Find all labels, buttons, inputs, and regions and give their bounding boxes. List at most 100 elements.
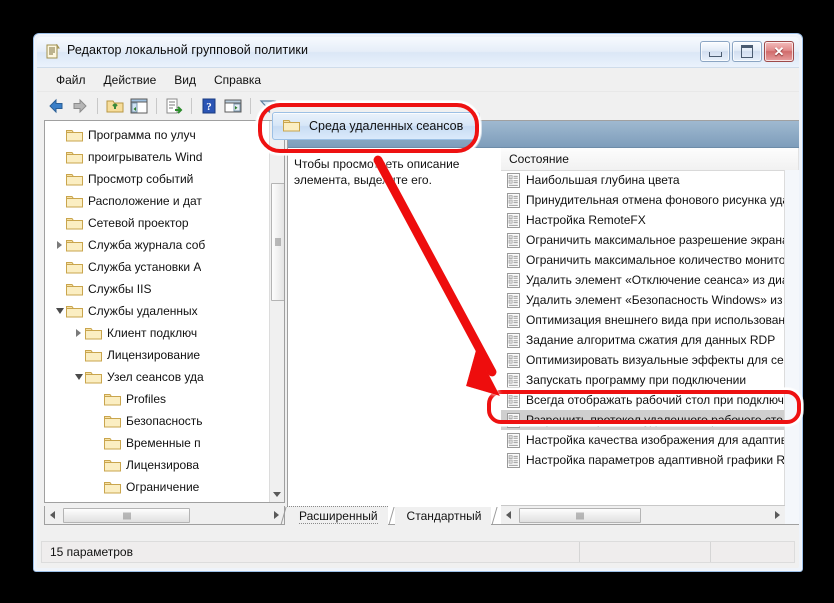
tree-item[interactable]: проигрыватель Wind [45,146,270,168]
tree-twisty[interactable] [53,278,66,300]
close-button[interactable]: ✕ [764,41,794,62]
list-item[interactable]: Оптимизация внешнего вида при использова… [501,310,799,330]
menu-item-action[interactable]: Действие [95,70,166,90]
list-scroll-left-button[interactable] [501,506,516,524]
list-item[interactable]: Ограничить максимальное количество монит… [501,250,799,270]
chevron-down-icon[interactable] [74,374,83,380]
tree-twisty[interactable] [72,344,85,366]
tree-scroll-left-button[interactable] [45,506,60,524]
menu-bar: Файл Действие Вид Справка [37,68,799,92]
list-item[interactable]: Задание алгоритма сжатия для данных RDP [501,330,799,350]
tree-item[interactable]: Безопасность [45,410,270,432]
list-item[interactable]: Оптимизировать визуальные эффекты для се… [501,350,799,370]
tree-twisty[interactable] [53,168,66,190]
list-item-label: Оптимизация внешнего вида при использова… [526,313,799,327]
list-hscrollbar-thumb[interactable] [519,508,641,523]
tree-twisty[interactable] [53,146,66,168]
minimize-icon [708,51,722,57]
maximize-icon [741,45,753,58]
list-item[interactable]: Запускать программу при подключении [501,370,799,390]
list-item[interactable]: Разрешить протокол удаленного рабочего с… [501,410,799,430]
list-item[interactable]: Наибольшая глубина цвета [501,170,799,190]
tree-item[interactable]: Лицензирование [45,344,270,366]
up-folder-icon[interactable] [104,95,126,117]
tab-standard[interactable]: Стандартный [394,507,499,525]
tree-item[interactable]: Profiles [45,388,270,410]
tree-twisty[interactable] [53,256,66,278]
tree-horizontal-scrollbar[interactable] [44,506,285,525]
tree-item-label: Лицензирование [107,348,201,362]
list-item[interactable]: Настройка качества изображения для адапт… [501,430,799,450]
tree-twisty[interactable] [72,366,85,388]
menu-item-file[interactable]: Файл [47,70,95,90]
tree-item[interactable]: Просмотр событий [45,168,270,190]
back-icon[interactable] [45,95,67,117]
export-list-icon[interactable] [163,95,185,117]
tree-item[interactable]: Клиент подключ [45,322,270,344]
column-header-state[interactable]: Состояние [501,148,799,170]
tree-item-label: Службы удаленных [88,304,198,318]
folder-icon [66,128,83,142]
tree-twisty[interactable] [91,410,104,432]
list-items[interactable]: Наибольшая глубина цвета Принудительная о… [501,170,799,494]
list-item[interactable]: Ограничить максимальное разрешение экран… [501,230,799,250]
minimize-button[interactable] [700,41,730,62]
show-hide-tree-icon[interactable] [128,95,150,117]
list-item[interactable]: Принудительная отмена фонового рисунка у… [501,190,799,210]
list-vertical-scrollbar[interactable] [784,170,799,524]
folder-icon [104,392,121,406]
tree-twisty[interactable] [53,190,66,212]
highlighted-folder-node[interactable]: Среда удаленных сеансов [272,112,480,140]
list-item[interactable]: Настройка параметров адаптивной графики … [501,450,799,470]
folder-icon [104,480,121,494]
help-icon[interactable]: ? [198,95,220,117]
tree-twisty[interactable] [72,322,85,344]
console-tree[interactable]: Программа по улуч проигрыватель Wind Просм… [45,124,270,502]
tree-item[interactable]: Временные п [45,432,270,454]
tree-twisty[interactable] [91,476,104,498]
tree-item[interactable]: Сетевой проектор [45,212,270,234]
tree-twisty[interactable] [91,432,104,454]
chevron-down-icon[interactable] [55,308,64,314]
tree-twisty[interactable] [91,388,104,410]
list-item[interactable]: Удалить элемент «Безопасность Windows» и… [501,290,799,310]
tree-item-label: Служба журнала соб [88,238,206,252]
tree-hscrollbar-thumb[interactable] [63,508,190,523]
tree-item[interactable]: Службы удаленных [45,300,270,322]
list-horizontal-scrollbar[interactable] [501,505,785,524]
tree-item[interactable]: Узел сеансов уда [45,366,270,388]
chevron-right-icon[interactable] [57,241,62,249]
forward-icon[interactable] [69,95,91,117]
list-item[interactable]: Настройка RemoteFX [501,210,799,230]
chevron-right-icon[interactable] [76,329,81,337]
tree-item[interactable]: Служба установки A [45,256,270,278]
tree-item[interactable]: Расположение и дат [45,190,270,212]
tree-scroll-down-button[interactable] [270,487,284,502]
tree-twisty[interactable] [91,454,104,476]
status-line: 15 параметров [41,541,795,563]
tree-item[interactable]: Ограничение [45,476,270,498]
tree-vertical-scrollbar[interactable] [269,121,284,502]
tree-item[interactable]: Перенаправл [45,498,270,502]
tree-twisty[interactable] [53,300,66,322]
tree-item[interactable]: Службы IIS [45,278,270,300]
tab-extended[interactable]: Расширенный [280,506,395,525]
folder-icon [104,436,121,450]
menu-item-help[interactable]: Справка [205,70,270,90]
properties-icon[interactable] [222,95,244,117]
tree-twisty[interactable] [53,234,66,256]
tree-scrollbar-thumb[interactable] [271,183,284,301]
menu-item-view[interactable]: Вид [165,70,205,90]
tree-item[interactable]: Программа по улуч [45,124,270,146]
list-item[interactable]: Удалить элемент «Отключение сеанса» из д… [501,270,799,290]
svg-text:?: ? [206,101,212,113]
tree-item[interactable]: Служба журнала соб [45,234,270,256]
main-body: Программа по улуч проигрыватель Wind Просм… [37,118,799,525]
list-scroll-right-button[interactable] [770,506,785,524]
tree-item[interactable]: Лицензирова [45,454,270,476]
tree-twisty[interactable] [53,124,66,146]
list-item[interactable]: Всегда отображать рабочий стол при подкл… [501,390,799,410]
tree-twisty[interactable] [91,498,104,502]
tree-twisty[interactable] [53,212,66,234]
maximize-button[interactable] [732,41,762,62]
